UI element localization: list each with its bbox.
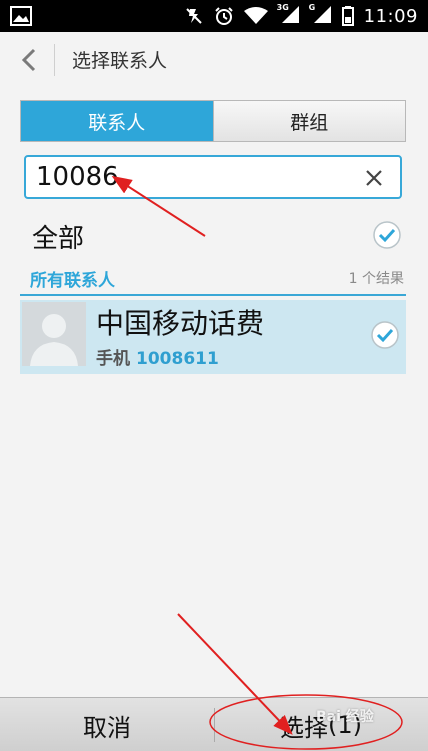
signal-g-icon: G [309,3,332,28]
watermark: Bai 经验 [316,709,374,725]
select-all-row[interactable]: 全部 [0,212,428,258]
phone-match: 10086 [136,349,196,369]
status-bar: 3G G 11:09 [0,0,428,32]
select-all-label: 全部 [32,224,85,254]
avatar [22,302,86,366]
contact-phone: 手机 1008611 [96,344,219,369]
segmented-tabs: 联系人 群组 [20,100,406,142]
header-divider [54,44,55,76]
contact-name: 中国移动话费 [96,307,265,340]
mute-icon [185,8,202,24]
tab-groups[interactable]: 群组 [212,101,405,141]
check-circle-icon[interactable] [370,320,400,350]
tab-contacts[interactable]: 联系人 [21,101,213,141]
cancel-button[interactable]: 取消 [0,698,214,751]
phone-type-label: 手机 [96,349,130,369]
section-header: 所有联系人 1 个结果 [20,262,406,296]
image-notification-icon [10,6,32,26]
check-circle-icon[interactable] [372,220,402,250]
page-title: 选择联系人 [72,50,168,72]
close-icon[interactable] [364,168,384,188]
phone-number: 1008611 [136,349,219,369]
wifi-icon [243,7,268,24]
result-count: 1 个结果 [348,271,404,287]
chevron-left-icon[interactable] [14,44,44,76]
search-input[interactable] [36,161,356,193]
alarm-icon [214,7,233,25]
battery-icon [341,6,354,26]
search-box [24,155,402,199]
signal-3g-icon: 3G [277,3,300,28]
status-time: 11:09 [363,5,418,27]
phone-rest: 11 [195,349,219,369]
section-title: 所有联系人 [30,271,115,291]
contact-row[interactable]: 中国移动话费 手机 1008611 [20,300,406,374]
app-header: 选择联系人 [0,32,428,88]
